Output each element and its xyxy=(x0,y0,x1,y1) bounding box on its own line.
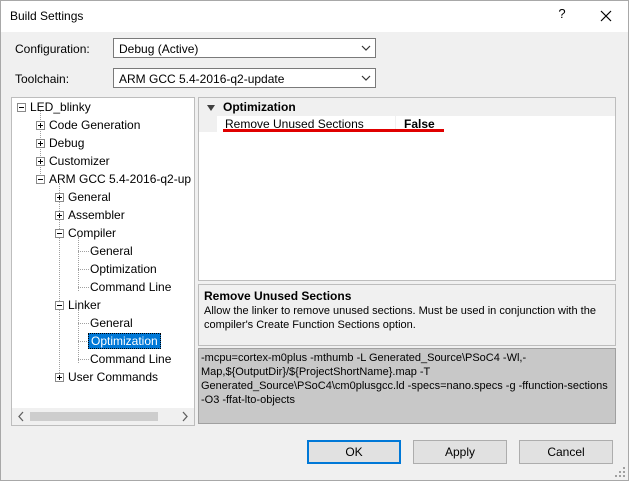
expand-icon[interactable] xyxy=(55,193,64,202)
dialog-title: Build Settings xyxy=(10,9,84,23)
expand-icon[interactable] xyxy=(36,139,45,148)
expand-icon[interactable] xyxy=(55,211,64,220)
tree-node-project[interactable]: LED_blinky xyxy=(14,99,93,117)
tree-node-linker[interactable]: Linker xyxy=(52,297,103,315)
tree-node-debug[interactable]: Debug xyxy=(33,135,86,153)
description-title: Remove Unused Sections xyxy=(204,289,352,303)
tree-node-arm-gcc[interactable]: ARM GCC 5.4-2016-q2-up xyxy=(33,171,193,189)
command-line-preview: -mcpu=cortex-m0plus -mthumb -L Generated… xyxy=(198,348,616,424)
configuration-label: Configuration: xyxy=(15,42,90,56)
close-icon[interactable] xyxy=(595,5,617,27)
property-grid: Optimization Remove Unused Sections Fals… xyxy=(198,97,616,281)
tree-node-compiler[interactable]: Compiler xyxy=(52,225,118,243)
chevron-left-icon[interactable] xyxy=(14,409,28,424)
scrollbar-thumb[interactable] xyxy=(30,412,158,421)
tree-node-customizer[interactable]: Customizer xyxy=(33,153,112,171)
tree-node-linker-optimization[interactable]: Optimization xyxy=(88,333,161,351)
tree-node-compiler-optimization[interactable]: Optimization xyxy=(88,261,159,279)
apply-button[interactable]: Apply xyxy=(413,440,507,464)
collapse-triangle-icon[interactable] xyxy=(206,102,216,112)
highlight-underline xyxy=(223,129,444,132)
collapse-icon[interactable] xyxy=(55,301,64,310)
chevron-down-icon xyxy=(360,42,372,54)
expand-icon[interactable] xyxy=(55,373,64,382)
cancel-button[interactable]: Cancel xyxy=(519,440,613,464)
chevron-down-icon xyxy=(360,72,372,84)
description-panel: Remove Unused Sections Allow the linker … xyxy=(198,284,616,346)
description-text: Allow the linker to remove unused sectio… xyxy=(204,305,596,331)
tree-node-compiler-command-line[interactable]: Command Line xyxy=(88,279,173,297)
collapse-icon[interactable] xyxy=(55,229,64,238)
property-category-label: Optimization xyxy=(223,100,296,114)
configuration-value: Debug (Active) xyxy=(119,42,199,56)
configuration-select[interactable]: Debug (Active) xyxy=(113,38,376,58)
tree-node-assembler[interactable]: Assembler xyxy=(52,207,127,225)
tree-node-code-generation[interactable]: Code Generation xyxy=(33,117,142,135)
tree-horizontal-scrollbar[interactable] xyxy=(12,408,194,425)
command-line-text: -mcpu=cortex-m0plus -mthumb -L Generated… xyxy=(201,352,608,406)
expand-icon[interactable] xyxy=(36,121,45,130)
collapse-icon[interactable] xyxy=(17,103,26,112)
ok-button[interactable]: OK xyxy=(307,440,401,464)
resize-grip-icon[interactable] xyxy=(614,466,626,478)
property-category-row[interactable]: Optimization xyxy=(199,98,615,116)
title-bar: Build Settings ? xyxy=(1,1,628,32)
tree-node-compiler-general[interactable]: General xyxy=(88,243,135,261)
toolchain-value: ARM GCC 5.4-2016-q2-update xyxy=(119,72,285,86)
help-button[interactable]: ? xyxy=(553,6,571,26)
chevron-right-icon[interactable] xyxy=(178,409,192,424)
toolchain-select[interactable]: ARM GCC 5.4-2016-q2-update xyxy=(113,68,376,88)
expand-icon[interactable] xyxy=(36,157,45,166)
collapse-icon[interactable] xyxy=(36,175,45,184)
build-settings-dialog: Build Settings ? Configuration: Debug (A… xyxy=(0,0,629,481)
tree-node-linker-general[interactable]: General xyxy=(88,315,135,333)
dialog-footer: OK Apply Cancel xyxy=(1,427,628,480)
tree-node-linker-command-line[interactable]: Command Line xyxy=(88,351,173,369)
tree-node-general[interactable]: General xyxy=(52,189,113,207)
toolchain-label: Toolchain: xyxy=(15,72,70,86)
tree-node-user-commands[interactable]: User Commands xyxy=(52,369,160,387)
settings-tree[interactable]: LED_blinky Code Generation Debug Customi… xyxy=(11,97,195,426)
